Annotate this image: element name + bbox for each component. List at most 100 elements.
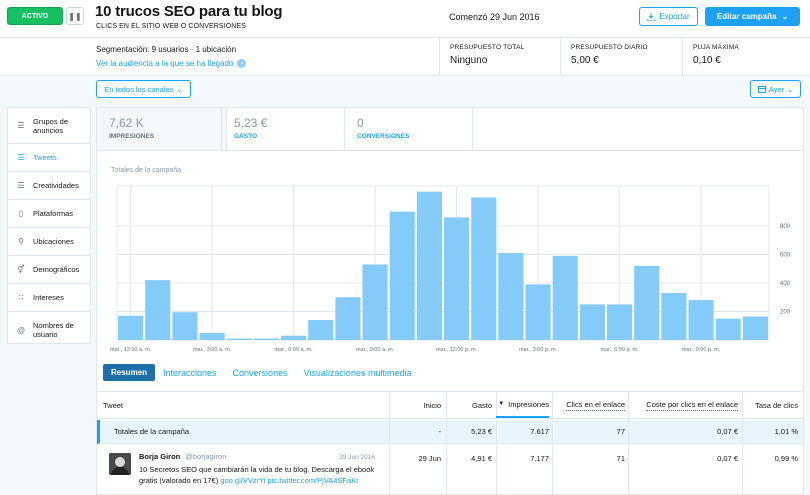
sidebar-item-usernames[interactable]: @ Nombres de usuario	[8, 312, 90, 348]
chart-bar[interactable]	[389, 211, 415, 340]
col-header-spend[interactable]: Gasto	[446, 392, 492, 418]
chart-bar[interactable]	[226, 338, 252, 340]
status-toggle-button[interactable]: ACTIVO	[7, 7, 63, 25]
stat-spend[interactable]: 5,23 € GASTO	[221, 108, 345, 150]
y-tick-label: 200	[780, 309, 791, 315]
export-button[interactable]: Exportar	[639, 7, 698, 26]
conversions-label: CONVERSIONES	[357, 133, 410, 140]
chart-bar[interactable]	[335, 297, 361, 340]
x-tick-label: mar., 9:00 p. m.	[682, 347, 721, 353]
col-header-link-clicks-label: Clics en el enlace	[566, 399, 625, 411]
campaign-start-date: Comenzó 29 Jun 2016	[449, 12, 540, 22]
chart-bar[interactable]	[552, 255, 578, 340]
sidebar-item-label: Grupos de anuncios	[33, 116, 69, 135]
date-range-dropdown[interactable]: Ayer ⌄	[750, 80, 801, 98]
chevron-down-icon: ⌄	[781, 12, 789, 21]
campaign-chart: Totales de la campaña 200 400 600 800 mar.,…	[110, 167, 791, 353]
spend-label: GASTO	[234, 133, 257, 140]
chart-bar[interactable]	[145, 280, 171, 340]
chart-bar[interactable]	[172, 312, 198, 340]
chevron-down-icon: ⌄	[787, 84, 794, 94]
avatar	[109, 453, 131, 475]
sidebar-item-interests[interactable]: ∷ Intereses	[8, 284, 90, 312]
tab-conversions[interactable]: Conversiones	[225, 364, 296, 381]
table-header-row: Tweet Inicio Gasto ▼ Impresiones Clics e…	[97, 391, 803, 419]
tweet-author[interactable]: Borja Giron	[139, 452, 180, 461]
tab-summary[interactable]: Resumen	[103, 364, 156, 381]
channels-dropdown[interactable]: En todos los canales ⌄	[96, 80, 191, 98]
tab-interactions[interactable]: Interacciones	[155, 364, 225, 381]
chart-bar[interactable]	[471, 197, 497, 340]
conversions-value: 0	[357, 116, 364, 130]
chart-bar[interactable]	[444, 217, 470, 340]
edit-campaign-button[interactable]: Editar campaña ⌄	[705, 7, 800, 26]
segmentation-summary: Segmentación: 9 usuarios · 1 ubicación	[96, 45, 237, 54]
tweet-link-clicks: 71	[616, 454, 625, 463]
export-label: Exportar	[659, 12, 690, 21]
max-bid: PUJA MÁXIMA 0,10 €	[682, 38, 810, 75]
sidebar-item-label: Intereses	[33, 293, 64, 302]
stat-impressions[interactable]: 7,62 K IMPRESIONES	[97, 108, 227, 150]
edit-campaign-label: Editar campaña	[716, 12, 777, 21]
main-panel: 7,62 K IMPRESIONES 5,23 € GASTO 0 CONVER…	[96, 107, 804, 495]
tweet-date: 29 Jun 2016	[339, 454, 375, 461]
chart-bar[interactable]	[416, 191, 442, 340]
col-header-tweet[interactable]: Tweet	[103, 392, 303, 418]
chart-bar[interactable]	[308, 320, 334, 340]
table-row[interactable]: Borja Giron @borjagiron 29 Jun 2016 10 S…	[97, 445, 803, 495]
col-header-impressions[interactable]: ▼ Impresiones	[496, 392, 549, 418]
chart-bar[interactable]	[498, 253, 524, 340]
sidebar-item-locations[interactable]: ⚲ Ubicaciones	[8, 228, 90, 256]
col-header-cost-per-click[interactable]: Coste por clics en el enlace	[628, 392, 738, 418]
totals-label: Totales de la campaña	[114, 427, 190, 436]
budget-daily-value: 5,00 €	[571, 55, 599, 66]
at-icon: @	[16, 325, 26, 335]
sidebar-item-label: Creatividades	[33, 181, 79, 190]
stat-conversions[interactable]: 0 CONVERSIONES	[345, 108, 473, 150]
sidebar-item-tweets[interactable]: ☰ Tweets	[8, 144, 90, 172]
chart-bar[interactable]	[607, 304, 633, 340]
sort-desc-icon: ▼	[498, 401, 505, 407]
sidebar-item-ad-groups[interactable]: ☰ Grupos de anuncios	[8, 108, 90, 144]
list-icon: ☰	[17, 121, 25, 130]
budget-total-label: PRESUPUESTO TOTAL	[450, 44, 525, 51]
totals-row: Totales de la campaña - 5,23 € 7.617 77 …	[97, 420, 803, 444]
chart-bar[interactable]	[688, 300, 714, 340]
tweet-link[interactable]: goo.gl/VVzrYi pic.twitter.com/PjVA4SFaKr	[220, 476, 358, 485]
sidebar-item-label: Tweets	[33, 153, 57, 162]
chart-bar[interactable]	[362, 264, 388, 340]
user-avatar-icon	[109, 453, 131, 475]
chart-bar[interactable]	[742, 316, 768, 340]
pause-button[interactable]: ❚❚	[66, 7, 84, 25]
chart-x-axis: mar., 12:00 a. m. mar., 3:00 a. m. mar., 6…	[110, 347, 721, 353]
col-header-start[interactable]: Inicio	[389, 392, 441, 418]
sidebar-item-label: Nombres de usuario	[33, 321, 74, 339]
chart-bar[interactable]	[634, 265, 660, 340]
chart-bar[interactable]	[199, 332, 225, 340]
tab-media-views[interactable]: Visualizaciones multimedia	[296, 364, 420, 381]
impressions-value: 7,62 K	[109, 116, 144, 130]
chart-bar[interactable]	[661, 292, 687, 340]
chart-bar[interactable]	[253, 338, 279, 340]
report-sidebar: ☰ Grupos de anuncios ☰ Tweets ☰ Creativi…	[7, 107, 91, 344]
col-header-impressions-label: Impresiones	[508, 399, 549, 409]
sidebar-item-label: Ubicaciones	[33, 237, 74, 246]
totals-cost-per-click: 0,07 €	[717, 427, 738, 436]
audience-link[interactable]: Ver la audiencia a la que se ha llegado …	[96, 59, 247, 68]
sidebar-item-creatives[interactable]: ☰ Creatividades	[8, 172, 90, 200]
chart-bar[interactable]	[118, 315, 144, 340]
sidebar-item-platforms[interactable]: ▯ Plataformas	[8, 200, 90, 228]
chart-bar[interactable]	[281, 335, 307, 340]
download-icon	[647, 12, 656, 21]
sidebar-item-demographics[interactable]: ⚥ Demográficos	[8, 256, 90, 284]
col-header-click-rate[interactable]: Tasa de clics	[742, 392, 798, 418]
chart-bar[interactable]	[525, 284, 551, 340]
chart-bar[interactable]	[579, 304, 605, 340]
date-range-label: Ayer	[768, 84, 784, 94]
max-bid-label: PUJA MÁXIMA	[693, 44, 739, 51]
list-icon: ☰	[17, 153, 25, 162]
audience-link-label: Ver la audiencia a la que se ha llegado	[96, 59, 234, 68]
chart-bar[interactable]	[715, 318, 741, 340]
col-header-link-clicks[interactable]: Clics en el enlace	[552, 392, 625, 418]
x-tick-label: mar., 6:00 a. m.	[274, 347, 313, 353]
